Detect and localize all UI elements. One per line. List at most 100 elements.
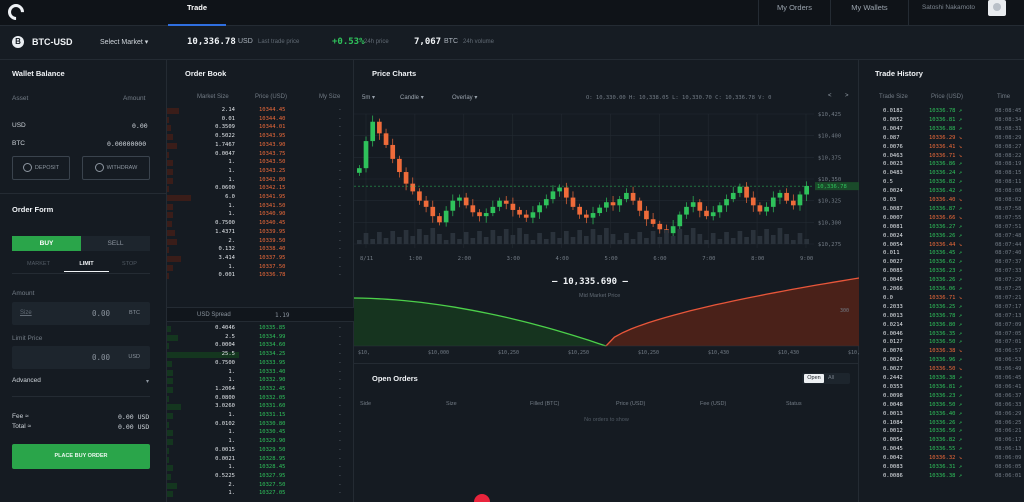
candlestick-chart[interactable]: $10,425 $10,400 $10,375 $10,350 $10,325 $10,3… xyxy=(354,108,859,268)
arrow-up-icon: ↗ xyxy=(955,179,963,186)
bid-row[interactable]: 1. 10327.05 - xyxy=(167,490,354,499)
ask-row[interactable]: 0.001 10336.78 - xyxy=(167,272,354,281)
bid-row[interactable]: 0.5225 10327.95 - xyxy=(167,473,354,482)
y-tick-label: $10,400 xyxy=(818,134,841,140)
order-type-stop[interactable]: STOP xyxy=(107,261,152,267)
bid-row[interactable]: 25.5 10334.25 - xyxy=(167,351,354,360)
candle-body xyxy=(417,191,422,201)
buy-tab[interactable]: BUY xyxy=(12,236,81,251)
bid-row[interactable]: 1. 10333.40 - xyxy=(167,369,354,378)
avatar[interactable] xyxy=(988,0,1006,16)
bid-row[interactable]: 0.0015 10329.50 - xyxy=(167,447,354,456)
filter-all[interactable]: All xyxy=(828,374,834,383)
arrow-down-icon: ↘ xyxy=(955,366,963,373)
tab-my-orders[interactable]: My Orders xyxy=(758,0,830,26)
bid-row[interactable]: 0.7500 10333.95 - xyxy=(167,360,354,369)
ask-row[interactable]: 0.0047 10343.75 - xyxy=(167,151,354,160)
ask-price: 10338.40 xyxy=(259,246,286,253)
overlay-select[interactable]: Overlay ▾ xyxy=(452,94,477,101)
ask-row[interactable]: 1.4371 10339.95 - xyxy=(167,229,354,238)
bid-row[interactable]: 1. 10331.15 - xyxy=(167,412,354,421)
coinbase-logo-icon[interactable] xyxy=(4,0,28,24)
ask-depth-bar xyxy=(167,221,172,228)
withdraw-button[interactable]: WITHDRAW xyxy=(82,156,150,180)
tab-trade[interactable]: Trade xyxy=(168,0,226,26)
trade-size: 0.0054 xyxy=(883,241,903,248)
trade-time: 08:06:25 xyxy=(995,419,1022,426)
open-orders-filter[interactable]: Open All xyxy=(802,373,850,384)
bid-row[interactable]: 1.2064 10332.45 - xyxy=(167,386,354,395)
arrow-up-icon: ↗ xyxy=(955,286,963,292)
bid-row[interactable]: 1. 10332.90 - xyxy=(167,377,354,386)
sell-tab[interactable]: SELL xyxy=(81,236,150,251)
trade-price-value: 10336.26 xyxy=(929,232,956,239)
ask-row[interactable]: 0.01 10344.40 - xyxy=(167,116,354,125)
trade-time: 08:08:27 xyxy=(995,143,1022,150)
ask-my-size: - xyxy=(339,159,341,166)
candle-body xyxy=(497,200,502,207)
ask-row[interactable]: 0.3509 10344.01 - xyxy=(167,124,354,133)
chart-next-button[interactable]: > xyxy=(845,93,849,99)
bid-row[interactable]: 0.0004 10334.60 - xyxy=(167,342,354,351)
trade-price-value: 10336.80 xyxy=(929,321,956,328)
bid-row[interactable]: 0.0021 10328.95 - xyxy=(167,456,354,465)
deposit-button[interactable]: DEPOSIT xyxy=(12,156,70,180)
trade-price-value: 10336.50 xyxy=(929,366,956,373)
trade-price: 10336.50 ↗ xyxy=(929,339,962,345)
chart-type-select[interactable]: Candle ▾ xyxy=(400,94,424,101)
ask-row[interactable]: 2.14 10344.45 - xyxy=(167,107,354,116)
trade-size: 0.0013 xyxy=(883,410,903,417)
chart-prev-button[interactable]: < xyxy=(828,93,832,99)
tab-my-wallets[interactable]: My Wallets xyxy=(830,0,908,26)
ticker-bar: B BTC-USD Select Market ▾ 10,336.78 USD … xyxy=(0,26,1024,60)
ask-row[interactable]: 1. 10340.90 - xyxy=(167,211,354,220)
order-type-limit[interactable]: LIMIT xyxy=(64,261,109,272)
ask-row[interactable]: 3.414 10337.95 - xyxy=(167,255,354,264)
interval-select[interactable]: 5m ▾ xyxy=(362,94,375,101)
ask-row[interactable]: 1. 10343.25 - xyxy=(167,168,354,177)
ask-row[interactable]: 1. 10337.50 - xyxy=(167,264,354,273)
candle-body xyxy=(557,187,562,192)
advanced-toggle[interactable]: Advanced xyxy=(12,377,41,384)
limit-price-input[interactable]: 0.00 USD xyxy=(12,346,150,369)
bid-row[interactable]: 1. 10330.45 - xyxy=(167,429,354,438)
ask-row[interactable]: 0.7500 10340.45 - xyxy=(167,220,354,229)
filter-open[interactable]: Open xyxy=(804,374,824,383)
bid-row[interactable]: 0.0800 10332.05 - xyxy=(167,395,354,404)
bid-row[interactable]: 3.0260 10331.60 - xyxy=(167,403,354,412)
amount-input[interactable]: Size 0.00 BTC xyxy=(12,302,150,325)
ask-row[interactable]: 1.7467 10343.90 - xyxy=(167,142,354,151)
bid-row[interactable]: 0.0102 10330.80 - xyxy=(167,421,354,430)
trade-size: 0.0047 xyxy=(883,125,903,132)
ask-price: 10343.95 xyxy=(259,133,286,140)
place-buy-order-button[interactable]: PLACE BUY ORDER xyxy=(12,444,150,469)
trade-history-row: 0.0046 10336.35 ↗ 08:07:05 xyxy=(859,331,1024,340)
ask-row[interactable]: 0.5022 10343.95 - xyxy=(167,133,354,142)
bid-row[interactable]: 2.5 10334.99 - xyxy=(167,334,354,343)
candle-body xyxy=(570,197,576,207)
bid-row[interactable]: 1. 10328.45 - xyxy=(167,464,354,473)
ask-row[interactable]: 2. 10339.50 - xyxy=(167,238,354,247)
ask-row[interactable]: 1. 10342.80 - xyxy=(167,177,354,186)
ask-row[interactable]: 6.0 10341.95 - xyxy=(167,194,354,203)
order-type-market[interactable]: MARKET xyxy=(16,261,61,267)
arrow-down-icon: ↘ xyxy=(955,197,963,203)
ask-my-size: - xyxy=(339,228,341,235)
bid-row[interactable]: 2. 10327.50 - xyxy=(167,482,354,491)
trade-history-row: 0.0086 10336.38 ↗ 08:06:01 xyxy=(859,473,1024,482)
ask-row[interactable]: 1. 10341.50 - xyxy=(167,203,354,212)
bid-depth-area xyxy=(354,298,606,346)
ask-row[interactable]: 0.132 10338.40 - xyxy=(167,246,354,255)
bid-my-size: - xyxy=(339,464,341,471)
ask-row[interactable]: 1. 10343.50 - xyxy=(167,159,354,168)
x-tick-label: 1:00 xyxy=(409,256,422,262)
chevron-down-icon[interactable]: ▾ xyxy=(146,378,149,385)
bid-row[interactable]: 0.4046 10335.85 - xyxy=(167,325,354,334)
trade-time: 08:08:22 xyxy=(995,152,1022,159)
user-name[interactable]: Satoshi Nakamoto xyxy=(908,0,988,26)
candle-body xyxy=(730,192,736,200)
candle-body xyxy=(757,205,763,212)
select-market-dropdown[interactable]: Select Market ▾ xyxy=(100,38,148,46)
ask-row[interactable]: 0.0600 10342.15 - xyxy=(167,185,354,194)
bid-row[interactable]: 1. 10329.90 - xyxy=(167,438,354,447)
